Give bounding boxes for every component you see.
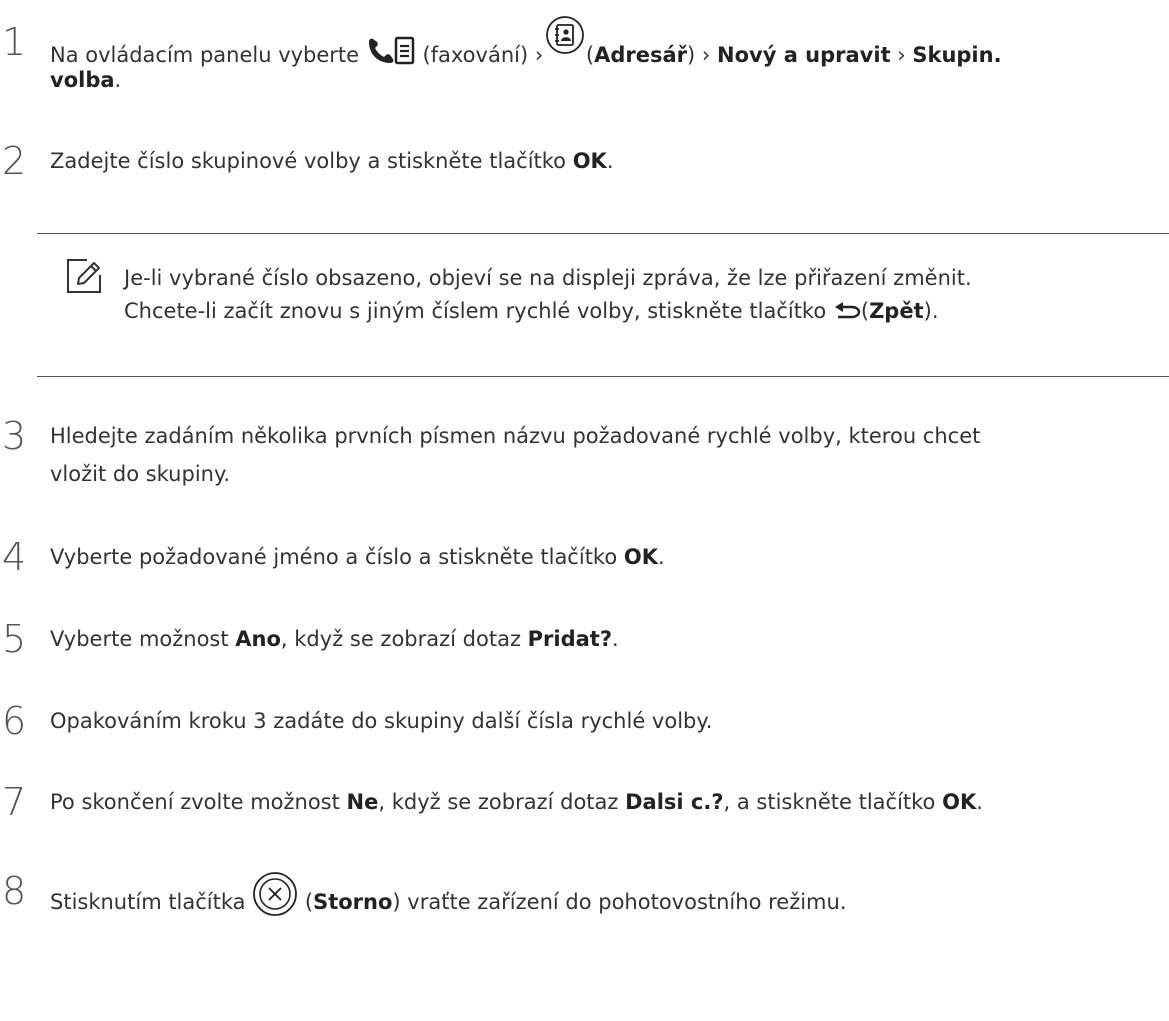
step-number: 2 <box>2 139 27 183</box>
note-pencil-icon <box>65 257 103 299</box>
step-number: 5 <box>2 617 27 661</box>
step-text-continued: volba. <box>50 68 122 92</box>
step-number: 4 <box>2 535 27 579</box>
step-number: 8 <box>2 869 27 913</box>
step-text: Vyberte požadované jméno a číslo a stisk… <box>50 545 665 569</box>
step-text-continued: vložit do skupiny. <box>50 462 231 486</box>
step-number: 3 <box>2 414 27 458</box>
step-number: 1 <box>2 20 27 64</box>
step-number: 7 <box>2 780 27 824</box>
note-box: Je-li vybrané číslo obsazeno, objeví se … <box>37 233 1169 377</box>
step-text: Stisknutím tlačítka (Storno) vraťte zaří… <box>50 872 1169 931</box>
step-text: Po skončení zvolte možnost Ne, když se z… <box>50 790 983 814</box>
step-text: Opakováním kroku 3 zadáte do skupiny dal… <box>50 709 713 733</box>
note-line-1: Je-li vybrané číslo obsazeno, objeví se … <box>124 266 972 290</box>
step-text: Hledejte zadáním několika prvních písmen… <box>50 424 981 448</box>
back-arrow-icon <box>833 296 861 329</box>
step-text: Vyberte možnost Ano, když se zobrazí dot… <box>50 627 619 651</box>
step-text: Zadejte číslo skupinové volby a stisknět… <box>50 149 614 173</box>
note-text: Je-li vybrané číslo obsazeno, objeví se … <box>124 262 972 329</box>
note-line-2: Chcete-li začít znovu s jiným číslem ryc… <box>124 295 972 329</box>
cancel-x-icon <box>252 872 298 931</box>
step-number: 6 <box>2 699 27 743</box>
